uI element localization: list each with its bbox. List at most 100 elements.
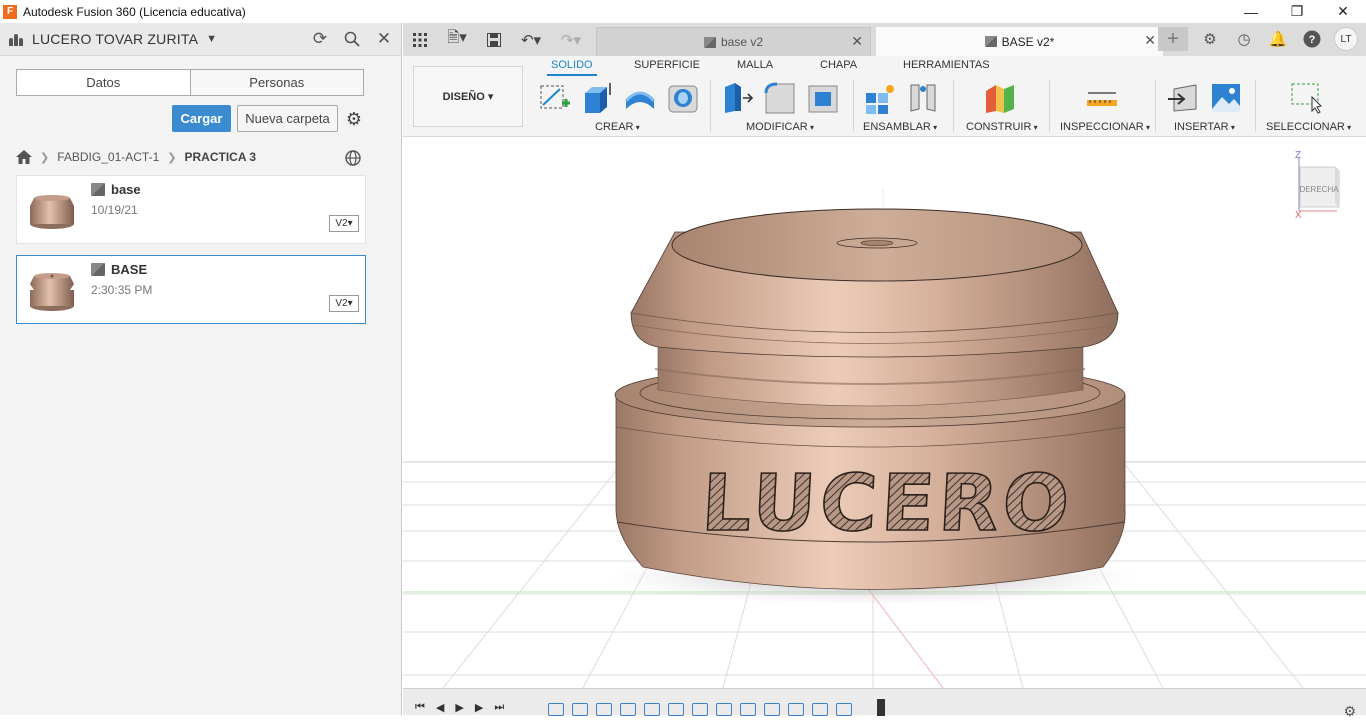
team-icon [9,32,25,46]
chevron-down-icon[interactable]: ▼ [206,33,217,45]
close-window-button[interactable]: ✕ [1320,0,1366,23]
insert-canvas-icon[interactable] [1209,81,1243,115]
data-panel-grid-icon[interactable] [403,23,437,56]
model-render[interactable]: LUCERO [403,137,1366,688]
notifications-icon[interactable]: 🔔 [1266,27,1290,51]
group-crear[interactable]: CREAR [595,121,640,133]
file-card[interactable]: BASE 2:30:35 PM V2 ▾ [16,255,366,324]
document-tab[interactable]: base v2 ✕ [596,27,871,56]
step-forward-icon[interactable]: ▶ [475,701,483,714]
design-file-icon [984,36,997,47]
home-icon[interactable] [16,150,32,164]
version-dropdown[interactable]: V2 ▾ [329,215,359,232]
extensions-icon[interactable]: ⚙ [1198,27,1222,51]
timeline-settings-icon[interactable]: ⚙ [1343,703,1356,720]
tab-superficie[interactable]: SUPERFICIE [634,59,700,71]
divider [1255,80,1256,132]
gear-icon[interactable]: ⚙ [344,109,364,129]
viewcube[interactable]: Z X DERECHA [1287,149,1355,221]
timeline-feature[interactable] [764,703,780,716]
globe-icon[interactable] [344,149,362,167]
create-sketch-icon[interactable] [538,81,572,115]
tab-personas[interactable]: Personas [191,70,364,95]
upload-button[interactable]: Cargar [172,105,231,132]
timeline-feature[interactable] [812,703,828,716]
hole-icon[interactable] [666,81,700,115]
engraved-text: LUCERO [699,459,1075,549]
timeline-marker[interactable] [877,699,885,716]
help-icon[interactable]: ? [1300,27,1324,51]
close-tab-icon[interactable]: ✕ [1144,32,1156,49]
new-folder-button[interactable]: Nueva carpeta [237,105,338,132]
redo-icon[interactable]: ↷▾ [551,23,591,56]
group-modificar[interactable]: MODIFICAR [746,121,814,133]
extrude-icon[interactable] [580,81,614,115]
revolve-icon[interactable] [623,81,657,115]
fillet-icon[interactable] [763,81,797,115]
group-construir[interactable]: CONSTRUIR [966,121,1038,133]
team-name[interactable]: LUCERO TOVAR ZURITA [32,31,198,47]
timeline-feature[interactable] [644,703,660,716]
tab-solido[interactable]: SOLIDO [547,59,597,76]
canvas-viewport[interactable]: LUCERO Z X DERECHA [403,137,1366,688]
joint-icon[interactable] [906,81,940,115]
timeline-features [548,703,852,716]
insert-derive-icon[interactable] [1166,81,1200,115]
version-dropdown[interactable]: V2 ▾ [329,295,359,312]
chevron-right-icon: ❯ [167,151,177,164]
tab-herramientas[interactable]: HERRAMIENTAS [903,59,990,71]
file-date: 2:30:35 PM [91,283,153,297]
press-pull-icon[interactable] [721,81,755,115]
divider [710,80,711,132]
timeline-feature[interactable] [548,703,564,716]
axis-z-label: Z [1295,150,1301,161]
timeline-feature[interactable] [836,703,852,716]
job-status-icon[interactable]: ◷ [1232,27,1256,51]
group-ensamblar[interactable]: ENSAMBLAR [863,121,937,133]
timeline-feature[interactable] [692,703,708,716]
construction-plane-icon[interactable] [983,81,1017,115]
divider [1155,80,1156,132]
new-component-icon[interactable] [863,81,897,115]
tab-chapa[interactable]: CHAPA [820,59,857,71]
timeline: ⏮ ◀ ▶ ▶ ⏭ ⚙ [403,688,1366,719]
tab-datos[interactable]: Datos [17,70,191,95]
play-icon[interactable]: ▶ [455,701,463,714]
timeline-feature[interactable] [668,703,684,716]
file-menu-icon[interactable]: 🗎▾ [437,23,477,56]
close-panel-icon[interactable]: ✕ [375,29,393,49]
document-tab-label: BASE v2* [1001,34,1055,49]
minimize-button[interactable]: — [1228,0,1274,23]
file-card[interactable]: base 10/19/21 V2 ▾ [16,175,366,244]
tab-malla[interactable]: MALLA [737,59,773,71]
step-back-icon[interactable]: ◀ [436,701,444,714]
go-to-end-icon[interactable]: ⏭ [494,701,504,714]
window-select-icon[interactable] [1289,81,1323,115]
timeline-feature[interactable] [716,703,732,716]
save-icon[interactable] [477,23,511,56]
undo-icon[interactable]: ↶▾ [511,23,551,56]
avatar[interactable]: LT [1334,27,1358,51]
divider [953,80,954,132]
document-tab-active[interactable]: BASE v2* ✕ [876,27,1163,56]
search-icon[interactable] [343,29,361,49]
fusion-logo-icon: F [3,4,17,19]
measure-icon[interactable] [1085,81,1119,115]
timeline-feature[interactable] [620,703,636,716]
title-bar: F Autodesk Fusion 360 (Licencia educativ… [0,0,1366,23]
go-to-start-icon[interactable]: ⏮ [415,701,425,714]
refresh-icon[interactable]: ⟳ [311,29,329,49]
group-insertar[interactable]: INSERTAR [1174,121,1235,133]
shell-icon[interactable] [806,81,840,115]
restore-button[interactable]: ❐ [1274,0,1320,23]
timeline-feature[interactable] [788,703,804,716]
timeline-feature[interactable] [596,703,612,716]
timeline-feature[interactable] [740,703,756,716]
group-seleccionar[interactable]: SELECCIONAR [1266,121,1351,133]
workspace-switcher[interactable]: DISEÑO ▾ [413,66,523,127]
breadcrumb-item-project[interactable]: FABDIG_01-ACT-1 [57,150,159,164]
close-tab-icon[interactable]: ✕ [851,33,863,50]
new-tab-button[interactable]: + [1158,27,1188,51]
group-inspeccionar[interactable]: INSPECCIONAR [1060,121,1150,133]
timeline-feature[interactable] [572,703,588,716]
